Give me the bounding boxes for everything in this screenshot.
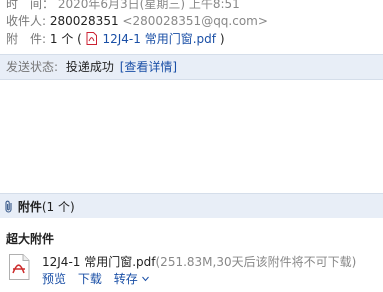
recipient-label: 收件人:: [6, 14, 47, 28]
attachment-actions: 预览 下载 转存: [42, 270, 149, 287]
recipient-row: 收件人: 280028351 <280028351@qq.com>: [6, 12, 268, 29]
pdf-icon[interactable]: [8, 254, 30, 280]
large-attachment-title: 超大附件: [6, 232, 55, 246]
attachments-title: 附件: [17, 200, 42, 214]
attachments-count: (1 个): [41, 200, 75, 214]
preview-link[interactable]: 预览: [42, 272, 66, 286]
pdf-icon: [86, 32, 97, 45]
delivery-status-value: 投递成功: [65, 60, 114, 74]
paperclip-icon: [4, 200, 14, 213]
attachments-header: 附件(1 个): [4, 198, 75, 215]
time-row: 时 间： 2020年6月3日(星期三) 上午8:51: [6, 0, 240, 12]
forward-save-link[interactable]: 转存: [114, 272, 138, 286]
attachment-row: 附 件: 1 个 ( 12J4-1 常用门窗.pdf ): [6, 30, 225, 47]
time-label: 时 间：: [6, 0, 55, 11]
large-attachment-file-name[interactable]: 12J4-1 常用门窗.pdf: [42, 255, 156, 269]
attachment-close-paren: ): [219, 32, 225, 46]
large-attachment-meta: (251.83M,30天后该附件将不可下载): [155, 255, 357, 269]
time-value: 2020年6月3日(星期三) 上午8:51: [57, 0, 240, 11]
recipient-email[interactable]: <280028351@qq.com>: [122, 14, 268, 28]
delivery-status-row: 发送状态: 投递成功 [查看详情]: [6, 58, 177, 75]
delivery-status-label: 发送状态:: [6, 60, 59, 74]
view-details-link[interactable]: [查看详情]: [120, 60, 177, 74]
chevron-down-icon[interactable]: [141, 271, 149, 282]
attachment-count: 1 个 (: [49, 32, 82, 46]
large-attachment-file-row: 12J4-1 常用门窗.pdf(251.83M,30天后该附件将不可下载): [42, 253, 356, 270]
download-link[interactable]: 下载: [78, 272, 102, 286]
attachment-file-link[interactable]: 12J4-1 常用门窗.pdf: [102, 32, 216, 46]
attachment-label: 附 件:: [6, 32, 47, 46]
recipient-name[interactable]: 280028351: [50, 14, 119, 28]
